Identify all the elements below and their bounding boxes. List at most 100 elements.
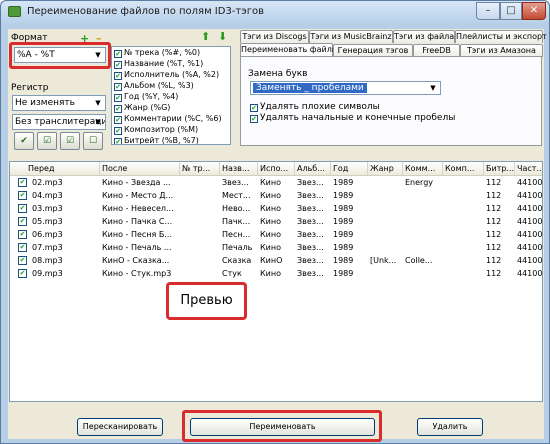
- table-row[interactable]: ✔ 05.mp3 Кино - Пачка С... Пачк... Кино Звез.…: [10, 216, 542, 228]
- row-checkbox[interactable]: ✔: [18, 178, 27, 187]
- table-cell: 112: [486, 243, 502, 252]
- row-checkbox[interactable]: ✔: [18, 243, 27, 252]
- register-combo[interactable]: Не изменять ▼: [12, 95, 106, 111]
- table-row[interactable]: ✔ 08.mp3 КинО - Сказка... Сказка КинО Звез...…: [10, 255, 543, 267]
- row-checkbox[interactable]: ✔: [18, 217, 27, 226]
- checkbox-trim-spaces[interactable]: ✔: [250, 115, 258, 123]
- minimize-button[interactable]: –: [476, 2, 500, 20]
- table-row[interactable]: ✔ 04.mp3 Кино - Место Д... Мест... Кино Звез.…: [10, 190, 542, 202]
- move-down-icon[interactable]: ⬇: [218, 30, 227, 43]
- table-cell: Звез...: [297, 204, 324, 213]
- column-header[interactable]: Испо...: [258, 162, 295, 176]
- column-header[interactable]: Год: [331, 162, 368, 176]
- table-cell: 112: [486, 204, 502, 213]
- tag-field-checkbox[interactable]: ✔: [114, 116, 122, 124]
- tag-field-item[interactable]: ✔ Битрейт (%B, %7): [112, 135, 230, 144]
- row-checkbox[interactable]: ✔: [18, 230, 27, 239]
- table-row[interactable]: ✔ 07.mp3 Кино - Печаль ... Печаль Кино Звез..…: [10, 242, 542, 254]
- tag-fields-list[interactable]: ✔ № трека (%#, %0) ✔ Название (%T, %1) ✔ Испо…: [111, 46, 231, 145]
- column-header[interactable]: Комм...: [403, 162, 443, 176]
- files-grid[interactable]: Перед После № тр... Назв... Испо... Альб... Го…: [9, 161, 543, 402]
- table-cell: 44100: [517, 256, 543, 265]
- replace-combo[interactable]: Заменять _ пробелами ▼: [250, 81, 441, 95]
- table-cell: Кино - Песня Б...: [102, 230, 173, 239]
- rescan-button[interactable]: Пересканировать: [77, 418, 163, 436]
- empty-checkbox-icon: ☐: [88, 136, 98, 146]
- column-header[interactable]: Перед: [26, 162, 100, 176]
- tag-field-item[interactable]: ✔ Год (%Y, %4): [112, 91, 230, 102]
- table-cell: Кино: [260, 230, 282, 239]
- close-button[interactable]: ✕: [522, 2, 546, 20]
- tag-field-checkbox[interactable]: ✔: [114, 83, 122, 91]
- table-cell: [180, 177, 220, 189]
- table-row[interactable]: ✔ 06.mp3 Кино - Песня Б... Песн... Кино Звез.…: [10, 229, 542, 241]
- tag-field-item[interactable]: ✔ Исполнитель (%A, %2): [112, 69, 230, 80]
- check-selected-button[interactable]: ☑: [60, 132, 80, 150]
- checkbox-remove-bad-chars[interactable]: ✔: [250, 104, 258, 112]
- table-row[interactable]: ✔ 03.mp3 Кино - Невесел... Нево... Кино Звез.…: [10, 203, 543, 215]
- tag-field-checkbox[interactable]: ✔: [114, 127, 122, 135]
- tag-field-item[interactable]: ✔ Жанр (%G): [112, 102, 230, 113]
- check-all-button[interactable]: ✔: [14, 132, 34, 150]
- tag-field-checkbox[interactable]: ✔: [114, 72, 122, 80]
- rename-highlight: [182, 410, 382, 442]
- tag-field-checkbox[interactable]: ✔: [114, 94, 122, 102]
- column-header[interactable]: Жанр: [368, 162, 403, 176]
- tag-field-item[interactable]: ✔ № трека (%#, %0): [112, 47, 230, 58]
- column-header[interactable]: Комп...: [443, 162, 484, 176]
- table-cell: [368, 203, 403, 215]
- tab-discogs[interactable]: Тэги из Discogs: [240, 30, 309, 43]
- tag-field-label: Исполнитель (%A, %2): [124, 70, 220, 79]
- tag-field-checkbox[interactable]: ✔: [114, 50, 122, 58]
- chevron-down-icon: ▼: [430, 84, 436, 92]
- table-cell: Звез...: [297, 243, 324, 252]
- tab-musicbrainz[interactable]: Тэги из MusicBrainz: [309, 30, 393, 43]
- table-cell: Пачк...: [222, 217, 251, 226]
- tag-field-label: Комментарии (%C, %6): [124, 114, 222, 123]
- maximize-button[interactable]: □: [500, 2, 522, 20]
- row-checkbox[interactable]: ✔: [18, 191, 27, 200]
- tag-field-item[interactable]: ✔ Название (%T, %1): [112, 58, 230, 69]
- tag-field-checkbox[interactable]: ✔: [114, 105, 122, 113]
- table-cell: 112: [486, 191, 502, 200]
- tab-file-tags[interactable]: Тэги из файла: [393, 30, 455, 43]
- tag-field-item[interactable]: ✔ Композитор (%M): [112, 124, 230, 135]
- table-row[interactable]: ✔ 09.mp3 Кино - Стук.mp3 Стук Кино Звез... 198…: [10, 268, 543, 280]
- tag-field-item[interactable]: ✔ Альбом (%L, %3): [112, 80, 230, 91]
- table-cell: 06.mp3: [32, 230, 63, 239]
- table-row[interactable]: ✔ 02.mp3 Кино - Звезда ... Звез... Кино Звез.…: [10, 177, 542, 189]
- row-checkbox[interactable]: ✔: [18, 256, 27, 265]
- table-cell: 44100: [517, 204, 543, 213]
- table-cell: 1989: [333, 178, 354, 187]
- table-cell: [Unk...: [370, 256, 397, 265]
- tag-field-item[interactable]: ✔ Комментарии (%C, %6): [112, 113, 230, 124]
- title-bar[interactable]: Переименование файлов по полям ID3-тэгов…: [1, 1, 549, 23]
- table-cell: 1989: [333, 256, 354, 265]
- column-header[interactable]: После: [100, 162, 180, 176]
- tab-playlists-export[interactable]: Плейлисты и экспорт: [455, 30, 547, 43]
- move-up-icon[interactable]: ⬆: [201, 30, 210, 43]
- row-checkbox[interactable]: ✔: [18, 269, 27, 278]
- table-cell: Звез...: [297, 256, 324, 265]
- check-inverse-button[interactable]: ☑: [37, 132, 57, 150]
- column-header[interactable]: Битр...: [484, 162, 515, 176]
- table-cell: Кино: [260, 204, 282, 213]
- translit-combo[interactable]: Без транслитерации ▼: [12, 114, 106, 130]
- table-cell: 44100: [517, 269, 543, 278]
- grid-header: Перед После № тр... Назв... Испо... Альб... Го…: [10, 162, 542, 176]
- column-header[interactable]: Част...: [515, 162, 542, 176]
- tag-field-checkbox[interactable]: ✔: [114, 61, 122, 69]
- uncheck-all-button[interactable]: ☐: [83, 132, 103, 150]
- table-cell: Кино: [260, 217, 282, 226]
- column-header[interactable]: Назв...: [220, 162, 258, 176]
- register-value: Не изменять: [15, 98, 75, 108]
- column-header[interactable]: Альб...: [295, 162, 331, 176]
- tag-field-checkbox[interactable]: ✔: [114, 138, 122, 144]
- row-checkbox[interactable]: ✔: [18, 204, 27, 213]
- table-cell: [403, 268, 443, 280]
- delete-button[interactable]: Удалить: [417, 418, 483, 436]
- tab-rename-files[interactable]: Переименовать файлы: [240, 43, 338, 57]
- column-header[interactable]: № тр...: [180, 162, 220, 176]
- option-remove-bad-chars[interactable]: ✔ Удалять плохие символы: [250, 102, 380, 112]
- option-trim-spaces[interactable]: ✔ Удалять начальные и конечные пробелы: [250, 113, 455, 123]
